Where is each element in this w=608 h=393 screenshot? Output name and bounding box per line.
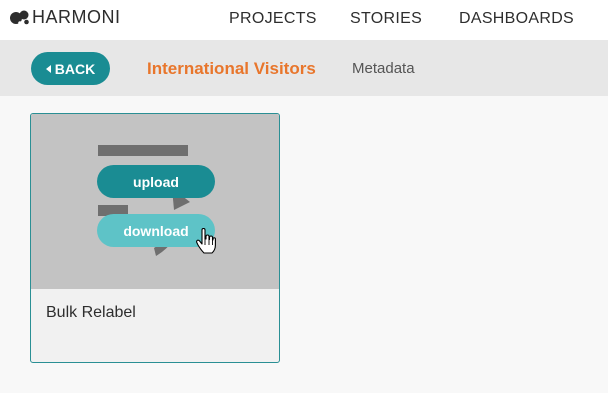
upload-button[interactable]: upload xyxy=(97,165,215,198)
card-title[interactable]: Bulk Relabel xyxy=(46,303,136,323)
back-button[interactable]: BACK xyxy=(31,52,110,85)
brand-logo[interactable]: HARMONI xyxy=(9,7,121,27)
document-icon-line xyxy=(98,145,188,156)
bulk-relabel-card[interactable]: upload download Bulk Relabel xyxy=(30,113,280,363)
nav-dashboards[interactable]: DASHBOARDS xyxy=(459,10,574,28)
download-button-label: download xyxy=(123,222,189,239)
nav-stories[interactable]: STORIES xyxy=(350,10,422,28)
harmoni-logo-icon xyxy=(10,10,29,25)
card-thumbnail: upload download xyxy=(31,114,279,289)
nav-projects[interactable]: PROJECTS xyxy=(229,10,317,28)
hand-pointer-cursor-icon xyxy=(196,228,216,254)
brand-name: HARMONI xyxy=(32,7,121,27)
upload-button-label: upload xyxy=(133,173,179,190)
caret-left-icon xyxy=(45,64,51,73)
top-navigation-bar: HARMONI PROJECTS STORIES DASHBOARDS xyxy=(0,0,608,40)
breadcrumb-metadata: Metadata xyxy=(352,60,415,77)
back-button-label: BACK xyxy=(54,60,96,77)
breadcrumb-project[interactable]: International Visitors xyxy=(147,59,316,79)
